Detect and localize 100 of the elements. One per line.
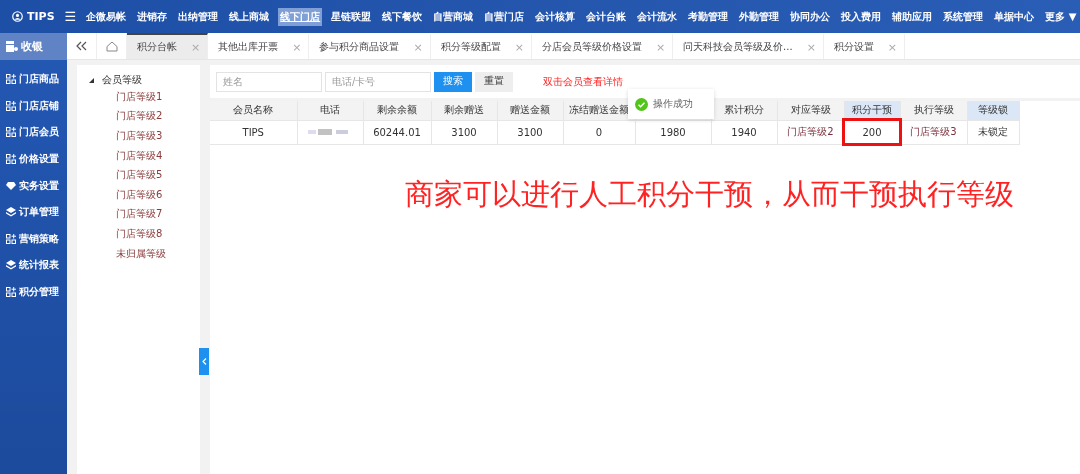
tree-item[interactable]: 门店等级4 — [89, 145, 200, 166]
sidebar-item-label: 门店会员 — [19, 125, 59, 140]
sidebar-item-label: 门店店铺 — [19, 98, 59, 113]
annotation-text: 商家可以进行人工积分干预，从而干预执行等级 — [405, 175, 1015, 213]
chevron-left-icon — [201, 358, 207, 365]
sidebar-item-label: 实务设置 — [19, 178, 59, 193]
tree-node[interactable]: 会员等级 — [89, 73, 200, 87]
sidebar-header-label: 收银 — [21, 39, 43, 54]
name-field[interactable]: 姓名 — [216, 71, 322, 92]
column-header: 等级锁 — [967, 101, 1019, 120]
tab-label: 参与积分商品设置 — [319, 40, 400, 54]
top-menu-item[interactable]: 会计核算 — [533, 7, 578, 26]
tab-label: 积分等级配置 — [440, 40, 501, 54]
sidebar-item[interactable]: 积分管理 — [0, 278, 67, 306]
grid-icon — [6, 100, 16, 111]
sidebar-item-label: 积分管理 — [19, 285, 59, 300]
sidebar-item-label: 统计报表 — [19, 258, 59, 273]
tree-item[interactable]: 门店等级8 — [89, 224, 200, 244]
table-cell: 1980 — [635, 120, 711, 144]
phone-field[interactable]: 电话/卡号 — [325, 71, 431, 92]
top-menu-item[interactable]: 自营商城 — [431, 7, 476, 26]
tree-item[interactable]: 门店等级7 — [89, 204, 200, 225]
top-menu-item[interactable]: 外勤管理 — [737, 7, 782, 26]
tab-label: 分店会员等级价格设置 — [541, 40, 642, 54]
tab[interactable]: 积分台帐 × — [127, 33, 209, 59]
table-cell: 200 — [844, 120, 900, 144]
sidebar-item[interactable]: 实务设置 — [0, 172, 67, 199]
top-menu-item[interactable]: 会计流水 — [635, 7, 680, 26]
register-icon — [6, 41, 18, 52]
column-header: 赠送金额 — [497, 101, 563, 120]
hint-text: 双击会员查看详情 — [543, 74, 623, 89]
top-menu-item[interactable]: 星链联盟 — [329, 7, 374, 26]
column-header: 会员名称 — [210, 101, 297, 120]
table-cell: 未锁定 — [967, 120, 1019, 144]
layers-icon — [6, 260, 16, 271]
menu-icon[interactable]: ☰ — [64, 9, 77, 24]
top-menu-item[interactable]: 单据中心 — [992, 7, 1037, 26]
layers-icon — [6, 207, 16, 218]
table-cell: 门店等级2 — [777, 120, 844, 144]
sidebar-item-label: 订单管理 — [19, 205, 59, 220]
sidebar-item-label: 门店商品 — [19, 72, 59, 87]
table-cell: TIPS — [210, 120, 297, 144]
tree-item[interactable]: 门店等级6 — [89, 184, 200, 205]
tab-label: 其他出库开票 — [218, 40, 279, 54]
tab-label: 问天科技会员等级及价... — [683, 40, 793, 54]
more-menu[interactable]: 更多 ▼ — [1043, 7, 1079, 26]
grid-icon — [6, 233, 16, 244]
diamond-icon — [6, 180, 16, 191]
sidebar-header[interactable]: 收银 — [0, 33, 67, 60]
grid-icon — [6, 74, 16, 85]
brand-name: TIPS — [27, 10, 55, 23]
tab-label: 积分台帐 — [137, 40, 177, 54]
sidebar-item[interactable]: 营销策略 — [0, 225, 67, 253]
user-icon — [12, 11, 23, 22]
tree-node-label: 会员等级 — [102, 73, 142, 87]
sidebar-item[interactable]: 门店店铺 — [0, 92, 67, 120]
top-menu-item[interactable]: 线下餐饮 — [380, 7, 425, 26]
top-menu-item[interactable]: 辅助应用 — [890, 7, 935, 26]
table-cell: 0 — [563, 120, 635, 144]
column-header: 剩余余额 — [363, 101, 431, 120]
reset-button[interactable]: 重置 — [475, 71, 513, 92]
top-menu-item[interactable]: 企微易帐 — [84, 7, 129, 26]
top-menu-item[interactable]: 协同办公 — [788, 7, 833, 26]
tab-label: 积分设置 — [833, 40, 874, 54]
sidebar-item[interactable]: 统计报表 — [0, 252, 67, 279]
tree-item[interactable]: 未归属等级 — [89, 243, 200, 264]
top-menu-item[interactable]: 考勤管理 — [686, 7, 731, 26]
tree-item[interactable]: 门店等级3 — [89, 126, 200, 146]
table-cell: 1940 — [711, 120, 777, 144]
triangle-icon — [89, 77, 94, 83]
top-menu-item[interactable]: 系统管理 — [941, 7, 986, 26]
tree-item[interactable]: 门店等级1 — [89, 87, 200, 107]
top-menu-item[interactable]: 出纳管理 — [176, 7, 221, 26]
collapse-tree-button[interactable] — [199, 348, 209, 375]
sidebar-item[interactable]: 门店商品 — [0, 66, 67, 93]
sidebar-item-label: 价格设置 — [19, 152, 59, 167]
table-cell: 60244.01 — [363, 120, 431, 144]
tree-item[interactable]: 门店等级5 — [89, 165, 200, 185]
column-header: 电话 — [297, 101, 363, 120]
top-menu-item[interactable]: 进销存 — [135, 7, 170, 26]
sidebar-item-label: 营销策略 — [19, 231, 59, 246]
table-cell: 门店等级3 — [900, 120, 967, 144]
column-header: 对应等级 — [777, 101, 844, 120]
top-menu-item[interactable]: 线上商城 — [227, 7, 272, 26]
sidebar-item[interactable]: 门店会员 — [0, 119, 67, 146]
column-header: 剩余赠送 — [431, 101, 497, 120]
grid-icon — [6, 287, 16, 298]
top-menu-item[interactable]: 自营门店 — [482, 7, 527, 26]
top-menu-item[interactable]: 投入费用 — [839, 7, 884, 26]
sidebar-item[interactable]: 价格设置 — [0, 145, 67, 173]
tree-item[interactable]: 门店等级2 — [89, 106, 200, 127]
brand-logo[interactable]: TIPS — [12, 10, 55, 23]
grid-icon — [6, 154, 16, 165]
double-chevron-icon — [76, 41, 87, 51]
column-header: 累计积分 — [711, 101, 777, 120]
column-header: 执行等级 — [900, 101, 967, 120]
table-cell: 3100 — [431, 120, 497, 144]
home-icon — [105, 40, 118, 52]
sidebar-item[interactable]: 订单管理 — [0, 198, 67, 226]
top-menu-item[interactable]: 会计台账 — [584, 7, 629, 26]
